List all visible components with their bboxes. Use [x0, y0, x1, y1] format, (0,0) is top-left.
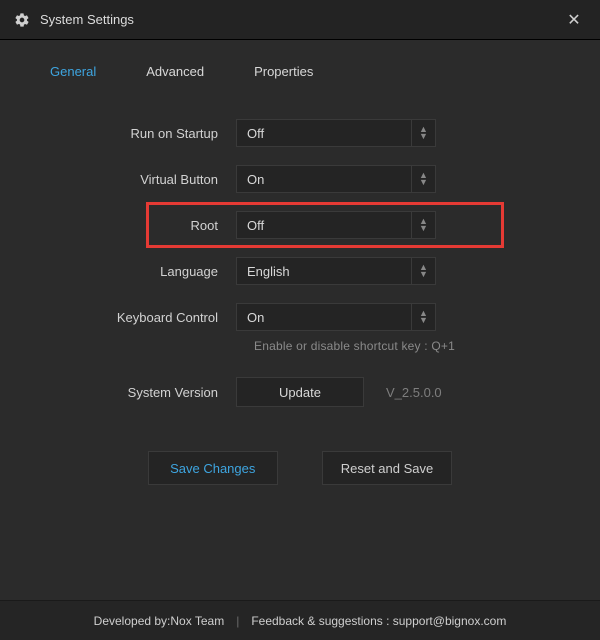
tab-bar: General Advanced Properties [0, 40, 600, 89]
version-text: V_2.5.0.0 [386, 385, 442, 400]
spinner-icon: ▲▼ [411, 212, 435, 238]
row-language: Language English ▲▼ [46, 257, 554, 285]
select-virtual-button[interactable]: On ▲▼ [236, 165, 436, 193]
title-bar: System Settings ✕ [0, 0, 600, 40]
select-value: English [247, 264, 290, 279]
settings-window: System Settings ✕ General Advanced Prope… [0, 0, 600, 640]
footer-feedback: Feedback & suggestions : support@bignox.… [251, 614, 506, 628]
tab-advanced[interactable]: Advanced [132, 58, 218, 89]
label-root: Root [46, 218, 236, 233]
select-value: Off [247, 218, 264, 233]
row-run-on-startup: Run on Startup Off ▲▼ [46, 119, 554, 147]
update-button[interactable]: Update [236, 377, 364, 407]
label-system-version: System Version [46, 385, 236, 400]
spinner-icon: ▲▼ [411, 258, 435, 284]
row-system-version: System Version Update V_2.5.0.0 [46, 377, 554, 407]
footer-separator: | [236, 614, 239, 628]
select-run-on-startup[interactable]: Off ▲▼ [236, 119, 436, 147]
action-bar: Save Changes Reset and Save [46, 451, 554, 485]
hint-keyboard-control: Enable or disable shortcut key : Q+1 [254, 339, 554, 353]
tab-general[interactable]: General [36, 58, 110, 89]
label-keyboard-control: Keyboard Control [46, 310, 236, 325]
save-changes-button[interactable]: Save Changes [148, 451, 278, 485]
tab-properties[interactable]: Properties [240, 58, 327, 89]
footer-developed-by: Developed by:Nox Team [94, 614, 225, 628]
select-root[interactable]: Off ▲▼ [236, 211, 436, 239]
close-button[interactable]: ✕ [562, 8, 586, 32]
close-icon: ✕ [567, 10, 580, 30]
spinner-icon: ▲▼ [411, 304, 435, 330]
reset-and-save-button[interactable]: Reset and Save [322, 451, 453, 485]
row-root: Root Off ▲▼ [46, 211, 554, 239]
settings-form: Run on Startup Off ▲▼ Virtual Button On … [0, 89, 600, 600]
select-keyboard-control[interactable]: On ▲▼ [236, 303, 436, 331]
spinner-icon: ▲▼ [411, 166, 435, 192]
row-virtual-button: Virtual Button On ▲▼ [46, 165, 554, 193]
label-virtual-button: Virtual Button [46, 172, 236, 187]
spinner-icon: ▲▼ [411, 120, 435, 146]
select-value: Off [247, 126, 264, 141]
label-run-on-startup: Run on Startup [46, 126, 236, 141]
label-language: Language [46, 264, 236, 279]
footer: Developed by:Nox Team | Feedback & sugge… [0, 600, 600, 640]
row-keyboard-control: Keyboard Control On ▲▼ [46, 303, 554, 331]
window-title: System Settings [40, 12, 562, 27]
select-value: On [247, 172, 264, 187]
select-language[interactable]: English ▲▼ [236, 257, 436, 285]
gear-icon [14, 12, 30, 28]
select-value: On [247, 310, 264, 325]
